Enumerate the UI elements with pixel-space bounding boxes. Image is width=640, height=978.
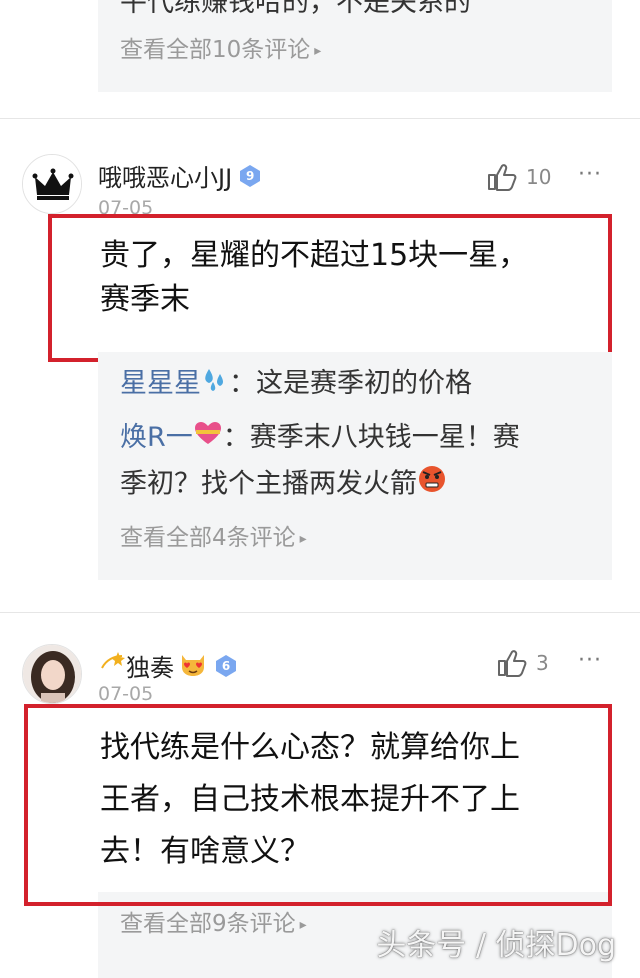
level-badge: 6 [214,654,238,678]
view-all-replies-link[interactable]: 查看全部10条评论 ▸ [120,30,321,64]
comment-username[interactable]: 哦哦恶心小JJ 9 [98,158,262,193]
comment-date: 07-05 [98,683,154,705]
view-all-replies-link[interactable]: 查看全部4条评论 ▸ [120,518,307,552]
reply-box: 星星星 ：这是赛季初的价格 焕R一 ：赛季末八块钱一星！赛 季初？找个主播两发火箭 … [98,352,612,580]
divider [0,118,640,119]
chevron-right-icon: ▸ [314,42,322,59]
like-count: 3 [536,651,549,675]
view-all-label: 查看全部9条评论 [120,911,296,937]
username-text: 哦哦恶心小JJ [98,164,233,192]
thumbs-up-icon [488,164,517,191]
username-text: 独奏 [126,654,174,682]
level-badge: 9 [238,164,262,188]
chevron-right-icon: ▸ [299,530,307,547]
heart-eyes-cat-icon [178,649,208,683]
comment-username[interactable]: 独奏 6 [98,648,238,683]
user-photo-icon [23,645,81,703]
divider [0,612,640,613]
red-highlight-box [24,704,612,906]
reply-box-top: 平代练赚钱哈的，不是关系的 查看全部10条评论 ▸ [98,0,612,92]
reply-username[interactable]: 星星星 [120,368,201,399]
view-all-label: 查看全部4条评论 [120,525,296,551]
more-options-icon[interactable]: ··· [578,162,602,187]
level-number: 9 [245,168,255,183]
angry-face-icon [417,464,447,506]
reply-item[interactable]: 焕R一 ：赛季末八块钱一星！赛 [120,418,520,459]
sweat-droplets-icon [201,365,229,405]
level-number: 6 [221,658,231,673]
thumbs-up-icon [498,650,527,677]
reply-text: 季初？找个主播两发火箭 [120,468,417,500]
avatar[interactable] [22,154,82,214]
like-button[interactable]: 10 [486,162,551,192]
heart-ribbon-icon [193,419,223,459]
dizzy-star-icon [98,650,126,682]
reply-text: ：赛季末八块钱一星！赛 [222,422,520,453]
more-options-icon[interactable]: ··· [578,648,602,673]
like-count: 10 [526,165,552,189]
chevron-right-icon: ▸ [299,916,307,933]
reply-item[interactable]: 星星星 ：这是赛季初的价格 [120,364,472,405]
reply-username[interactable]: 焕R一 [120,422,193,453]
avatar[interactable] [22,644,82,704]
reply-text: ：这是赛季初的价格 [229,368,472,399]
crown-icon [23,155,81,213]
reply-continuation: 季初？找个主播两发火箭 [120,464,447,506]
red-highlight-box [48,214,612,362]
view-all-label: 查看全部10条评论 [120,37,311,63]
view-all-replies-link[interactable]: 查看全部9条评论 ▸ [120,904,307,938]
watermark: 头条号 / 侦探Dog [376,928,616,963]
reply-text-cut: 平代练赚钱哈的，不是关系的 [120,0,471,18]
like-button[interactable]: 3 [496,648,549,678]
